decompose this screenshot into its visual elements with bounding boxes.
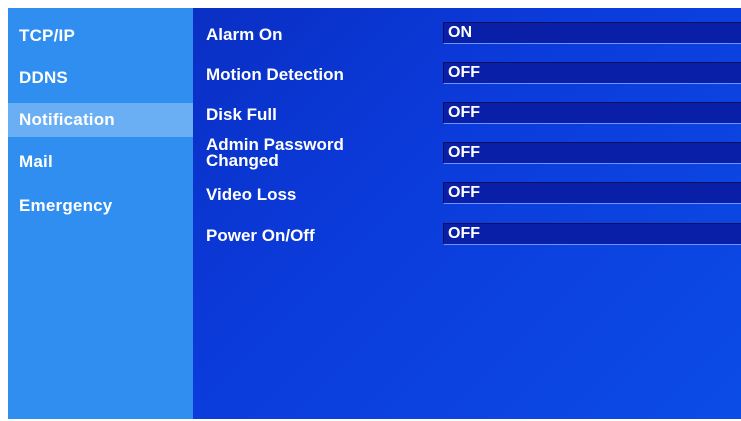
setting-row-video-loss: Video Loss OFF [193,182,741,210]
setting-label: Power On/Off [206,226,315,245]
notification-panel: Alarm On ON Motion Detection OFF Disk Fu… [193,8,741,419]
setting-label: Admin Password Changed [206,136,344,170]
setting-row-admin-password-changed: Admin Password Changed OFF [193,136,741,172]
setting-label: Video Loss [206,185,297,204]
motion-detection-select[interactable]: OFF [443,62,741,84]
setting-row-alarm-on: Alarm On ON [193,22,741,50]
sidebar-item-emergency[interactable]: Emergency [8,189,193,223]
setting-label: Alarm On [206,25,283,44]
setting-row-motion-detection: Motion Detection OFF [193,62,741,90]
sidebar: TCP/IP DDNS Notification Mail Emergency [8,8,193,419]
video-loss-select[interactable]: OFF [443,182,741,204]
sidebar-item-tcpip[interactable]: TCP/IP [8,19,193,53]
setting-label: Disk Full [206,105,277,124]
setting-label: Motion Detection [206,65,344,84]
sidebar-item-label: TCP/IP [19,26,75,45]
sidebar-item-label: Notification [19,110,115,129]
setting-label-line-2: Changed [206,151,279,170]
admin-password-changed-select[interactable]: OFF [443,142,741,164]
sidebar-item-ddns[interactable]: DDNS [8,61,193,95]
sidebar-item-label: Emergency [19,196,113,215]
setting-row-power-on-off: Power On/Off OFF [193,222,741,250]
sidebar-item-label: Mail [19,152,53,171]
sidebar-item-label: DDNS [19,68,68,87]
power-on-off-select[interactable]: OFF [443,223,741,245]
sidebar-item-notification[interactable]: Notification [8,103,193,137]
alarm-on-select[interactable]: ON [443,22,741,44]
sidebar-item-mail[interactable]: Mail [8,145,193,179]
settings-screen: TCP/IP DDNS Notification Mail Emergency … [8,8,741,419]
disk-full-select[interactable]: OFF [443,102,741,124]
setting-row-disk-full: Disk Full OFF [193,102,741,130]
